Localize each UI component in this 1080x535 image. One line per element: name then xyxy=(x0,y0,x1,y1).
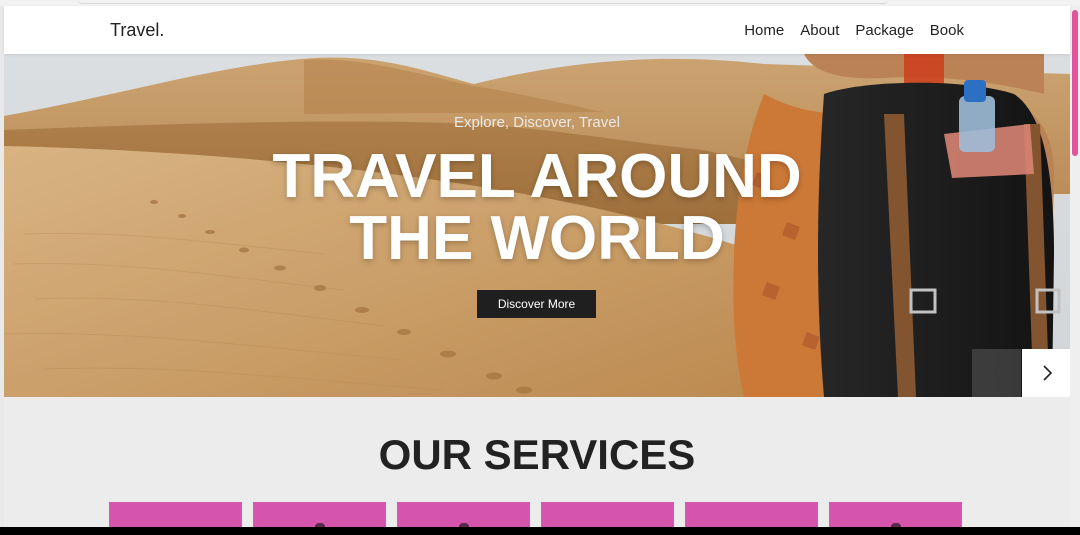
service-card[interactable] xyxy=(109,502,242,527)
hero-title-line2: THE WORLD xyxy=(349,204,725,273)
nav-package[interactable]: Package xyxy=(855,22,913,39)
navbar: Travel. Home About Package Book xyxy=(4,6,1070,54)
hero-content: Explore, Discover, Travel TRAVEL AROUND … xyxy=(4,54,1070,397)
service-icon xyxy=(314,523,325,527)
services-section: OUR SERVICES xyxy=(4,397,1070,527)
scrollbar-thumb[interactable] xyxy=(1072,10,1078,156)
chevron-right-icon xyxy=(1042,365,1052,381)
services-title: OUR SERVICES xyxy=(378,431,696,478)
hero-section: Explore, Discover, Travel TRAVEL AROUND … xyxy=(4,54,1070,397)
service-card[interactable] xyxy=(397,502,530,527)
hero-title-line1: TRAVEL AROUND xyxy=(272,142,802,211)
nav-menu: Home About Package Book xyxy=(744,22,964,39)
service-card[interactable] xyxy=(829,502,962,527)
page-scrollbar[interactable] xyxy=(1070,6,1080,527)
nav-book[interactable]: Book xyxy=(930,22,964,39)
service-icon xyxy=(458,523,469,527)
service-cards xyxy=(109,502,962,527)
hero-title: TRAVEL AROUND THE WORLD xyxy=(4,146,1070,270)
slider-next-button[interactable] xyxy=(1022,349,1070,397)
service-icon xyxy=(890,523,901,527)
service-card[interactable] xyxy=(253,502,386,527)
nav-about[interactable]: About xyxy=(800,22,839,39)
page: Travel. Home About Package Book ↘ xyxy=(0,0,1080,527)
hero-eyebrow: Explore, Discover, Travel xyxy=(454,114,620,131)
service-card[interactable] xyxy=(685,502,818,527)
slider-prev-button[interactable] xyxy=(972,349,1021,397)
service-card[interactable] xyxy=(541,502,674,527)
discover-more-button[interactable]: Discover More xyxy=(477,290,596,318)
chevron-left-icon xyxy=(991,365,1001,381)
nav-home[interactable]: Home xyxy=(744,22,784,39)
brand-logo[interactable]: Travel. xyxy=(110,20,164,41)
